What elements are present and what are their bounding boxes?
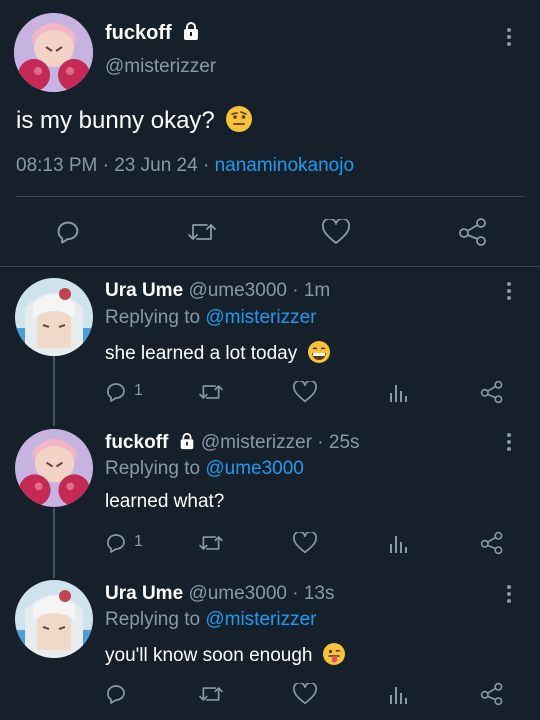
- like-icon[interactable]: [293, 681, 317, 710]
- display-name[interactable]: Ura Ume: [105, 583, 183, 604]
- replying-to-label: Replying to: [105, 307, 201, 328]
- display-name[interactable]: Ura Ume: [105, 280, 183, 301]
- more-options-icon[interactable]: [505, 585, 513, 603]
- share-icon[interactable]: [458, 218, 488, 251]
- tweet-date: 23 Jun 24: [114, 155, 198, 176]
- grinning-emoji: [307, 340, 331, 370]
- lock-icon: [178, 432, 196, 456]
- display-name[interactable]: fuckoff: [105, 432, 168, 453]
- analytics-icon[interactable]: [388, 381, 408, 408]
- handle[interactable]: @misterizzer: [201, 432, 312, 453]
- display-name[interactable]: fuckoff: [105, 22, 172, 44]
- reply-icon[interactable]: [104, 531, 128, 560]
- more-options-icon[interactable]: [505, 282, 513, 300]
- separator: ·: [102, 155, 109, 176]
- tweet-text: you'll know soon enough: [105, 645, 313, 666]
- lock-icon: [181, 21, 201, 47]
- divider: [16, 196, 525, 197]
- retweet-icon[interactable]: [198, 381, 224, 408]
- replying-to-label: Replying to: [105, 458, 201, 479]
- analytics-icon[interactable]: [388, 683, 408, 710]
- like-icon[interactable]: [293, 379, 317, 408]
- more-options-icon[interactable]: [505, 433, 513, 451]
- tweet-text: learned what?: [105, 491, 225, 512]
- retweet-icon[interactable]: [198, 683, 224, 710]
- tweet-text: she learned a lot today: [105, 343, 298, 364]
- tweet-age: 25s: [328, 432, 360, 453]
- separator: ·: [292, 280, 299, 301]
- raised-eyebrow-emoji: [225, 105, 253, 140]
- handle[interactable]: @ume3000: [188, 280, 287, 301]
- avatar[interactable]: [14, 13, 93, 92]
- reply-count: 1: [134, 382, 143, 399]
- more-options-icon[interactable]: [505, 28, 513, 46]
- replying-to-link[interactable]: @misterizzer: [205, 307, 316, 328]
- replying-to-link[interactable]: @ume3000: [205, 458, 304, 479]
- replying-to-label: Replying to: [105, 609, 201, 630]
- analytics-icon[interactable]: [388, 532, 408, 559]
- divider: [0, 266, 540, 267]
- like-icon[interactable]: [293, 530, 317, 559]
- avatar[interactable]: [15, 429, 93, 507]
- thread-line: [53, 356, 55, 426]
- retweet-icon[interactable]: [198, 532, 224, 559]
- reply-icon[interactable]: [104, 380, 128, 409]
- tweet-age: 1m: [303, 280, 331, 301]
- retweet-icon[interactable]: [187, 219, 217, 250]
- tweet-time: 08:13 PM: [16, 155, 98, 176]
- share-icon[interactable]: [480, 380, 504, 409]
- handle[interactable]: @ume3000: [188, 583, 287, 604]
- tongue-out-emoji: [322, 642, 346, 672]
- separator: ·: [292, 583, 299, 604]
- avatar[interactable]: [15, 580, 93, 658]
- replying-to-link[interactable]: @misterizzer: [205, 609, 316, 630]
- like-icon[interactable]: [322, 217, 350, 250]
- share-icon[interactable]: [480, 531, 504, 560]
- separator: ·: [317, 432, 324, 453]
- reply-icon[interactable]: [54, 218, 82, 251]
- avatar[interactable]: [15, 278, 93, 356]
- reply-icon[interactable]: [104, 682, 128, 711]
- reply-count: 1: [134, 533, 143, 550]
- tweet-text: is my bunny okay?: [16, 107, 215, 134]
- tweet-source-link[interactable]: nanaminokanojo: [215, 155, 354, 176]
- tweet-age: 13s: [303, 583, 335, 604]
- thread-line: [53, 508, 55, 578]
- handle[interactable]: @misterizzer: [105, 56, 216, 78]
- separator: ·: [202, 155, 210, 176]
- share-icon[interactable]: [480, 682, 504, 711]
